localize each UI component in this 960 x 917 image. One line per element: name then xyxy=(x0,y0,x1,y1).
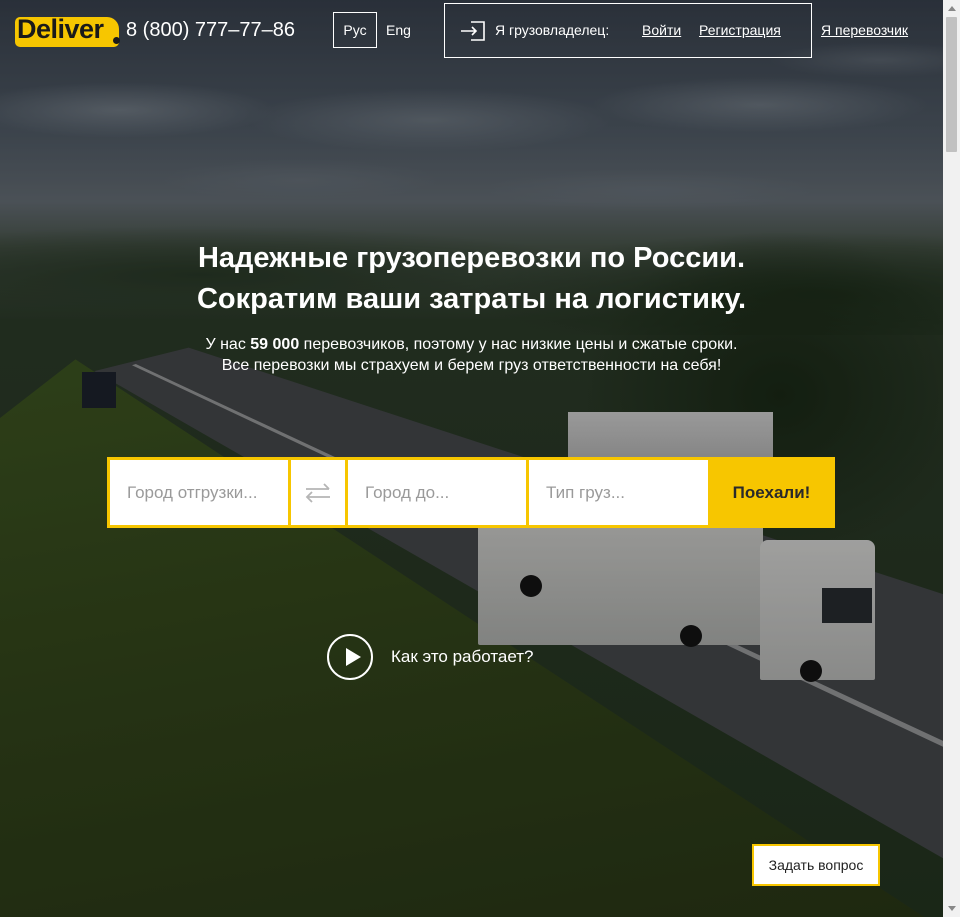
subtitle-line2: Все перевозки мы страхуем и берем груз о… xyxy=(221,357,722,374)
hero-subtitle: У нас 59 000 перевозчиков, поэтому у нас… xyxy=(0,334,943,376)
swap-button[interactable] xyxy=(291,460,345,525)
scroll-up-icon[interactable] xyxy=(943,0,960,17)
lang-ru-button[interactable]: Рус xyxy=(333,12,377,48)
to-city-input[interactable] xyxy=(365,482,526,503)
subtitle-suffix: перевозчиков, поэтому у нас низкие цены … xyxy=(299,336,738,353)
owner-label: Я грузовладелец: xyxy=(495,22,610,38)
carriers-count: 59 000 xyxy=(250,336,300,353)
cargo-type-input[interactable] xyxy=(546,482,708,503)
play-icon[interactable] xyxy=(327,634,373,680)
logo-text[interactable]: Deliver xyxy=(17,14,104,45)
carrier-link[interactable]: Я перевозчик xyxy=(821,22,908,38)
phone-number[interactable]: 8 (800) 777–77–86 xyxy=(126,19,295,42)
login-icon xyxy=(461,21,485,41)
hero-title-line2: Сократим ваши затраты на логистику. xyxy=(196,283,747,315)
scroll-down-icon[interactable] xyxy=(943,900,960,917)
search-form: Поехали! xyxy=(107,457,835,528)
search-submit-button[interactable]: Поехали! xyxy=(708,457,835,528)
cargo-type-field[interactable] xyxy=(529,460,708,525)
lang-ru-label: Рус xyxy=(343,22,367,38)
how-it-works-link[interactable]: Как это работает? xyxy=(391,647,534,667)
hero-title-line1: Надежные грузоперевозки по России. xyxy=(197,242,746,274)
login-link[interactable]: Войти xyxy=(642,22,681,38)
site-header: Deliver 8 (800) 777–77–86 Рус Eng Я груз… xyxy=(0,0,943,62)
from-city-field[interactable] xyxy=(110,460,288,525)
subtitle-prefix: У нас xyxy=(205,336,251,353)
to-city-field[interactable] xyxy=(348,460,526,525)
scrollbar-thumb[interactable] xyxy=(946,17,957,152)
logo-dot xyxy=(113,37,120,44)
lang-en-button[interactable]: Eng xyxy=(386,22,411,38)
register-link[interactable]: Регистрация xyxy=(699,22,781,38)
ask-question-button[interactable]: Задать вопрос xyxy=(752,844,880,886)
from-city-input[interactable] xyxy=(127,482,288,503)
hero-title: Надежные грузоперевозки по России. Сокра… xyxy=(0,238,943,320)
swap-arrows-icon xyxy=(305,482,330,503)
scrollbar[interactable] xyxy=(943,0,960,917)
